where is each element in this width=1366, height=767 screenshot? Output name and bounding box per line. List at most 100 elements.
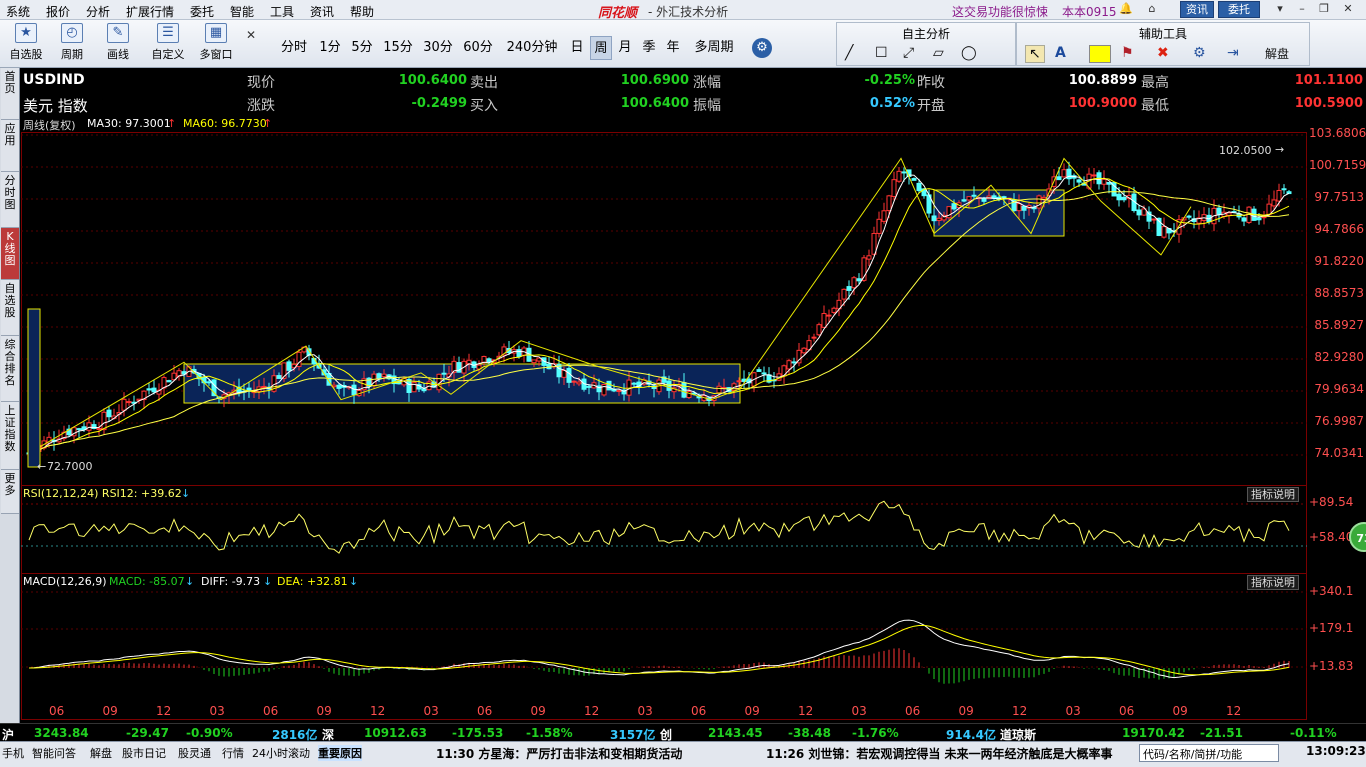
candle-body: [481, 355, 487, 363]
period-15min[interactable]: 15分: [382, 36, 414, 60]
status-solve[interactable]: 解盘: [90, 745, 112, 761]
rsi-line: [28, 500, 1290, 554]
crop-icon[interactable]: ☐: [875, 45, 888, 61]
tab-intraday[interactable]: 分时图: [1, 172, 19, 228]
tab-watchlist[interactable]: 自选股: [1, 280, 19, 336]
candle-body: [736, 380, 742, 383]
candle-body: [96, 427, 102, 430]
candle-body: [1041, 196, 1047, 200]
tab-sh-index[interactable]: 上证指数: [1, 402, 19, 470]
candle-body: [76, 428, 82, 431]
status-quote[interactable]: 行情: [222, 745, 244, 761]
x-tick: 09: [1172, 704, 1188, 718]
restore-icon[interactable]: ❐: [1316, 2, 1332, 17]
menu-system[interactable]: 系统: [6, 3, 30, 20]
candle-body: [1241, 217, 1247, 222]
x-tick: 12: [156, 704, 172, 718]
color-swatch-icon[interactable]: [1089, 45, 1111, 63]
menu-trade[interactable]: 委托: [190, 3, 214, 20]
news-button[interactable]: 资讯: [1180, 1, 1214, 18]
text-icon[interactable]: A: [1055, 45, 1066, 61]
minimize-icon[interactable]: –: [1294, 2, 1310, 17]
period-5min[interactable]: 5分: [350, 36, 374, 60]
rsi-explain-button[interactable]: 指标说明: [1247, 487, 1299, 502]
status-diary[interactable]: 股市日记: [122, 745, 166, 761]
period-240min[interactable]: 240分钟: [504, 36, 560, 60]
candle-body: [206, 381, 212, 384]
search-input[interactable]: 代码/名称/简拼/功能: [1139, 744, 1279, 762]
period-quarter[interactable]: 季: [640, 36, 658, 60]
candle-body: [886, 195, 892, 212]
ellipse-icon[interactable]: ◯: [961, 45, 977, 61]
status-key-reason[interactable]: 重要原因: [318, 745, 362, 761]
tab-home[interactable]: 首页: [1, 68, 19, 120]
period-30min[interactable]: 30分: [422, 36, 454, 60]
line-tool-icon[interactable]: ╱: [845, 45, 853, 61]
candle-body: [856, 278, 862, 282]
promo-link[interactable]: 这交易功能很惊悚: [952, 3, 1048, 20]
status-mobile[interactable]: 手机: [2, 745, 24, 761]
status-stock-link[interactable]: 股灵通: [178, 745, 211, 761]
self-analysis-title: 自主分析: [901, 27, 950, 41]
menu-smart[interactable]: 智能: [230, 3, 254, 20]
left-side-tabs: 首页 应用 分时图 K线图 自选股 综合排名 上证指数 更多: [0, 68, 20, 723]
tab-ranking[interactable]: 综合排名: [1, 336, 19, 402]
status-smart-qa[interactable]: 智能问答: [32, 745, 76, 761]
macd-histogram: [28, 619, 1290, 684]
candle-body: [961, 199, 967, 202]
x-tick: 06: [691, 704, 707, 718]
shirt-icon[interactable]: ⌂: [1144, 2, 1160, 17]
status-24h-scroll[interactable]: 24小时滚动: [252, 745, 310, 761]
trade-button[interactable]: 委托: [1218, 1, 1260, 18]
news-item-1[interactable]: 11:30 方星海：严厉打击非法和变相期货活动: [436, 745, 682, 762]
arrow-down-icon[interactable]: ▾: [1272, 2, 1288, 17]
candle-body: [831, 307, 837, 313]
close-icon[interactable]: ✕: [1340, 2, 1356, 17]
menu-quote[interactable]: 报价: [46, 3, 70, 20]
candle-body: [1266, 203, 1272, 216]
custom-button[interactable]: ☰ 自定义: [148, 23, 188, 65]
period-1min[interactable]: 1分: [318, 36, 342, 60]
menu-analysis[interactable]: 分析: [86, 3, 110, 20]
menu-help[interactable]: 帮助: [350, 3, 374, 20]
candle-body: [336, 384, 342, 389]
solve-button[interactable]: 解盘: [1265, 45, 1289, 62]
candle-body: [376, 373, 382, 379]
macd-explain-button[interactable]: 指标说明: [1247, 575, 1299, 590]
period-year[interactable]: 年: [664, 36, 682, 60]
candle-body: [1256, 217, 1262, 221]
period-multi[interactable]: 多周期: [690, 36, 738, 60]
parallelogram-icon[interactable]: ▱: [933, 45, 944, 61]
news-item-2[interactable]: 11:26 刘世锦：若宏观调控得当 未来一两年经济触底是大概率事: [766, 745, 1113, 762]
period-button[interactable]: ◴ 周期: [52, 23, 92, 65]
tab-kline[interactable]: K线图: [1, 228, 19, 280]
bell-icon[interactable]: 🔔: [1118, 2, 1134, 17]
tab-more[interactable]: 更多: [1, 470, 19, 514]
period-day[interactable]: 日: [568, 36, 586, 60]
candle-body: [1056, 176, 1062, 181]
period-intraday[interactable]: 分时: [278, 36, 310, 60]
draw-line-button[interactable]: ✎ 画线: [98, 23, 138, 65]
menu-tools[interactable]: 工具: [270, 3, 294, 20]
gear-icon[interactable]: ⚙: [752, 38, 772, 58]
marker-icon[interactable]: ⚑: [1121, 45, 1134, 61]
rsi-line: [28, 500, 1290, 554]
settings-icon[interactable]: ⚙: [1193, 45, 1206, 61]
period-week[interactable]: 周: [590, 36, 612, 60]
close-panel-icon[interactable]: ✕: [246, 28, 256, 42]
zoom-icon[interactable]: ⤢: [903, 45, 914, 61]
period-60min[interactable]: 60分: [462, 36, 494, 60]
x-tick: 12: [370, 704, 386, 718]
watchlist-button[interactable]: ★ 自选股: [6, 23, 46, 65]
chart-canvas[interactable]: [21, 68, 1366, 723]
menu-extended-quote[interactable]: 扩展行情: [126, 3, 174, 20]
tab-apps[interactable]: 应用: [1, 120, 19, 172]
delete-icon[interactable]: ✖: [1157, 45, 1169, 61]
period-month[interactable]: 月: [616, 36, 634, 60]
cursor-icon[interactable]: ↖: [1025, 45, 1045, 63]
multi-window-button[interactable]: ▦ 多窗口: [194, 23, 238, 65]
menu-news[interactable]: 资讯: [310, 3, 334, 20]
candle-body: [381, 373, 387, 378]
candle-body: [841, 288, 847, 300]
export-icon[interactable]: ⇥: [1227, 45, 1239, 61]
